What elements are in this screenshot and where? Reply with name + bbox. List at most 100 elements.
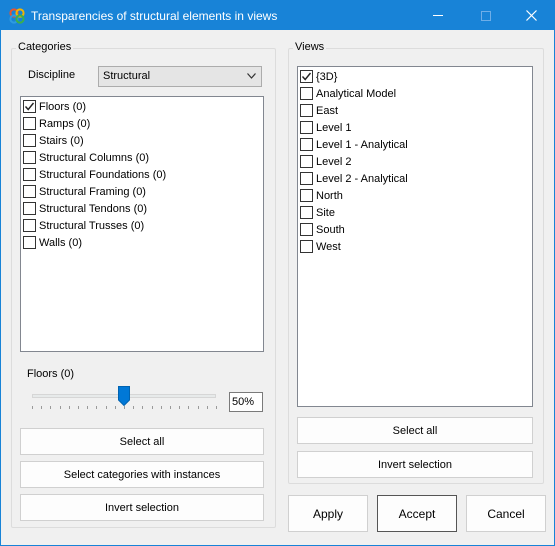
category-item-label: Ramps (0) (39, 117, 91, 130)
views-select-all-button[interactable]: Select all (297, 417, 533, 444)
checkbox[interactable] (300, 70, 313, 83)
discipline-dropdown[interactable]: Structural (98, 66, 262, 87)
category-item-label: Structural Columns (0) (39, 151, 150, 164)
window-title: Transparencies of structural elements in… (31, 9, 278, 23)
category-item-label: Structural Foundations (0) (39, 168, 167, 181)
category-item-label: Walls (0) (39, 236, 82, 249)
slider-tick (207, 406, 208, 409)
cancel-button[interactable]: Cancel (466, 495, 546, 532)
category-list-item[interactable]: Ramps (0) (23, 115, 90, 132)
slider-tick (161, 406, 162, 409)
views-invert-selection-button[interactable]: Invert selection (297, 451, 533, 478)
view-item-label: {3D} (316, 70, 338, 83)
views-list[interactable]: {3D} Analytical Model East Level 1 Level 1 -… (297, 66, 533, 407)
checkbox[interactable] (23, 236, 36, 249)
select-categories-with-instances-button[interactable]: Select categories with instances (20, 461, 264, 488)
apply-button[interactable]: Apply (288, 495, 368, 532)
slider-tick (60, 406, 61, 409)
checkbox[interactable] (23, 202, 36, 215)
view-list-item[interactable]: Level 2 (300, 153, 351, 170)
slider-tick (133, 406, 134, 409)
accept-button[interactable]: Accept (377, 495, 457, 532)
app-logo-icon (9, 8, 25, 24)
category-list-item[interactable]: Structural Trusses (0) (23, 217, 144, 234)
category-list-item[interactable]: Structural Framing (0) (23, 183, 146, 200)
close-button[interactable] (508, 1, 554, 30)
view-item-label: Level 1 - Analytical (316, 138, 408, 151)
checkbox[interactable] (23, 151, 36, 164)
category-item-label: Floors (0) (39, 100, 87, 113)
checkbox[interactable] (300, 223, 313, 236)
views-group-title: Views (293, 41, 327, 53)
checkbox[interactable] (300, 104, 313, 117)
chevron-down-icon (247, 73, 256, 79)
category-item-label: Structural Framing (0) (39, 185, 146, 198)
checkbox[interactable] (23, 185, 36, 198)
view-item-label: Site (316, 206, 335, 219)
view-item-label: West (316, 240, 341, 253)
view-list-item[interactable]: North (300, 187, 343, 204)
category-list-item[interactable]: Floors (0) (23, 98, 86, 115)
title-bar[interactable]: Transparencies of structural elements in… (1, 1, 554, 30)
view-item-label: East (316, 104, 339, 117)
category-list-item[interactable]: Structural Tendons (0) (23, 200, 147, 217)
checkbox[interactable] (300, 240, 313, 253)
view-list-item[interactable]: South (300, 221, 345, 238)
view-item-label: Level 2 - Analytical (316, 172, 408, 185)
slider-tick (69, 406, 70, 409)
category-list-item[interactable]: Walls (0) (23, 234, 82, 251)
checkbox[interactable] (300, 172, 313, 185)
slider-tick (50, 406, 51, 409)
slider-tick (198, 406, 199, 409)
checkbox[interactable] (23, 134, 36, 147)
slider-ticks (32, 406, 217, 410)
checkbox[interactable] (23, 219, 36, 232)
slider-tick (106, 406, 107, 409)
close-icon (525, 10, 537, 21)
slider-tick (87, 406, 88, 409)
view-list-item[interactable]: Level 2 - Analytical (300, 170, 408, 187)
dialog-window: Transparencies of structural elements in… (0, 0, 555, 546)
category-list-item[interactable]: Stairs (0) (23, 132, 84, 149)
checkbox[interactable] (300, 87, 313, 100)
view-list-item[interactable]: Analytical Model (300, 85, 396, 102)
checkbox[interactable] (300, 155, 313, 168)
categories-invert-selection-button[interactable]: Invert selection (20, 494, 264, 521)
checkbox[interactable] (300, 189, 313, 202)
checkbox[interactable] (23, 168, 36, 181)
transparency-value-field[interactable]: 50% (229, 392, 263, 412)
slider-tick (32, 406, 33, 409)
slider-tick (78, 406, 79, 409)
view-item-label: Analytical Model (316, 87, 397, 100)
transparency-category-label: Floors (0) (27, 368, 75, 380)
checkbox[interactable] (300, 206, 313, 219)
view-list-item[interactable]: West (300, 238, 341, 255)
checkmark-icon (301, 72, 312, 81)
slider-tick (152, 406, 153, 409)
slider-tick (188, 406, 189, 409)
view-list-item[interactable]: East (300, 102, 338, 119)
slider-tick (216, 406, 217, 409)
category-list-item[interactable]: Structural Foundations (0) (23, 166, 166, 183)
view-item-label: North (316, 189, 343, 202)
checkbox[interactable] (23, 100, 36, 113)
slider-tick (96, 406, 97, 409)
view-list-item[interactable]: Site (300, 204, 335, 221)
categories-select-all-button[interactable]: Select all (20, 428, 264, 455)
checkbox[interactable] (300, 121, 313, 134)
transparency-slider-thumb[interactable] (118, 386, 130, 406)
slider-tick (41, 406, 42, 409)
checkmark-icon (24, 102, 35, 111)
checkbox[interactable] (23, 117, 36, 130)
view-list-item[interactable]: Level 1 - Analytical (300, 136, 408, 153)
category-list-item[interactable]: Structural Columns (0) (23, 149, 149, 166)
minimize-button[interactable] (415, 1, 461, 30)
slider-tick (179, 406, 180, 409)
categories-list[interactable]: Floors (0) Ramps (0) Stairs (0) Structural … (20, 96, 264, 352)
view-list-item[interactable]: Level 1 (300, 119, 351, 136)
checkbox[interactable] (300, 138, 313, 151)
view-list-item[interactable]: {3D} (300, 68, 337, 85)
view-item-label: South (316, 223, 345, 236)
slider-tick (115, 406, 116, 409)
categories-group-title: Categories (16, 41, 74, 53)
